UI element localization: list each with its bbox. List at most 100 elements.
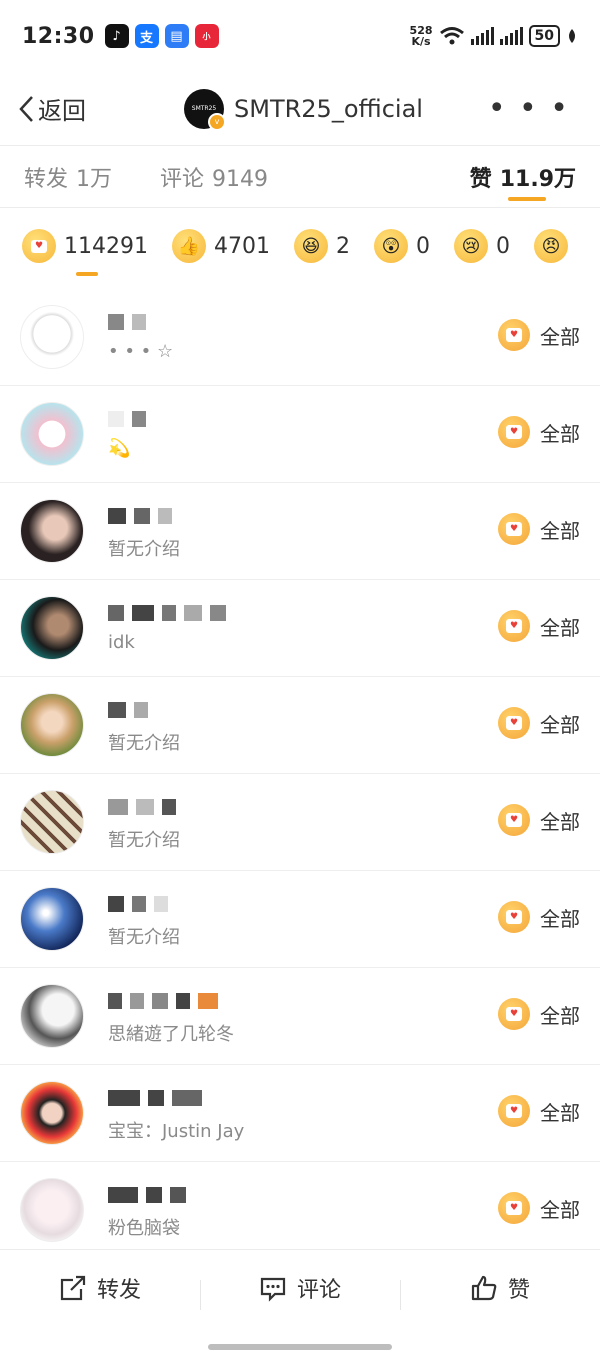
heart-face-icon: ♥: [498, 901, 530, 933]
heart-face-icon: ♥: [498, 998, 530, 1030]
engagement-tabs: 转发 1万 评论 9149 赞 11.9万: [0, 146, 600, 208]
account-header[interactable]: SMTR25 v SMTR25_official: [184, 88, 423, 131]
user-bio: • • • ☆: [108, 341, 174, 362]
list-item[interactable]: 思緒遊了几轮冬 ♥ 全部: [0, 968, 600, 1065]
avatar[interactable]: [20, 499, 84, 563]
avatar[interactable]: [20, 305, 84, 369]
list-item[interactable]: 暂无介绍 ♥ 全部: [0, 774, 600, 871]
account-avatar[interactable]: SMTR25 v: [184, 88, 226, 131]
tab-active-indicator: [508, 197, 546, 201]
tab-reposts[interactable]: 转发 1万: [24, 161, 112, 193]
angry-icon: 😠: [533, 229, 568, 263]
reaction-all-button[interactable]: ♥ 全部: [498, 901, 580, 933]
sad-icon: 😢: [453, 229, 488, 263]
list-item[interactable]: idk ♥ 全部: [0, 580, 600, 677]
battery-indicator: 50: [528, 25, 560, 47]
comment-button[interactable]: 评论: [200, 1272, 400, 1310]
reaction-all-button[interactable]: ♥ 全部: [498, 1095, 580, 1127]
tab-comments[interactable]: 评论 9149: [160, 161, 268, 193]
thumbs-up-icon: 👍: [171, 229, 206, 263]
tab-likes[interactable]: 赞 11.9万: [470, 161, 576, 193]
reaction-heart[interactable]: ♥ 114291: [22, 229, 148, 263]
net-speed: 528 K/s: [409, 24, 433, 48]
user-bio: 宝宝：Justin Jay: [108, 1121, 245, 1142]
reaction-all-button[interactable]: ♥ 全部: [498, 513, 580, 545]
user-name-redacted[interactable]: [108, 408, 154, 430]
avatar[interactable]: [20, 402, 84, 466]
reaction-more[interactable]: 😠: [533, 229, 576, 263]
user-name-redacted[interactable]: [108, 602, 234, 624]
wifi-icon: [439, 27, 464, 45]
avatar[interactable]: [20, 693, 84, 757]
heart-face-icon: ♥: [498, 804, 530, 836]
heart-face-icon: ♥: [498, 707, 530, 739]
liker-list: • • • ☆ ♥ 全部 💫 ♥ 全部 暂无介绍 ♥ 全部 idk ♥ 全部 暂…: [0, 289, 600, 1259]
reaction-all-button[interactable]: ♥ 全部: [498, 1192, 580, 1224]
list-item[interactable]: 暂无介绍 ♥ 全部: [0, 483, 600, 580]
reaction-all-button[interactable]: ♥ 全部: [498, 610, 580, 642]
list-item[interactable]: 暂无介绍 ♥ 全部: [0, 871, 600, 968]
verified-badge-icon: v: [208, 112, 226, 131]
more-options-button[interactable]: • • •: [488, 91, 570, 126]
share-icon: [60, 1275, 86, 1301]
user-name-redacted[interactable]: [108, 1087, 210, 1109]
repost-button[interactable]: 转发: [0, 1272, 200, 1304]
reaction-sad[interactable]: 😢 0: [453, 229, 510, 263]
heart-face-icon: ♥: [498, 610, 530, 642]
thumbs-up-icon: [471, 1275, 497, 1301]
reaction-thumbs-up[interactable]: 👍 4701: [171, 229, 270, 263]
signal-icon: [470, 27, 494, 45]
user-name-redacted[interactable]: [108, 1184, 194, 1206]
heart-face-icon: ♥: [22, 229, 56, 263]
user-name-redacted[interactable]: [108, 699, 156, 721]
list-item[interactable]: 宝宝：Justin Jay ♥ 全部: [0, 1065, 600, 1162]
message-icon: ▤: [164, 24, 189, 48]
reaction-filter-bar: ♥ 114291 👍 4701 😆 2 😲 0 😢 0 😠: [0, 208, 600, 284]
tiktok-icon: ♪: [104, 24, 129, 48]
surprised-icon: 😲: [373, 229, 408, 263]
user-name-redacted[interactable]: [108, 505, 180, 527]
user-bio: idk: [108, 632, 135, 653]
list-item[interactable]: 暂无介绍 ♥ 全部: [0, 677, 600, 774]
status-bar: 12:30 ♪ 支 ▤ 小 528 K/s 50: [0, 0, 600, 72]
reaction-all-button[interactable]: ♥ 全部: [498, 804, 580, 836]
avatar[interactable]: [20, 596, 84, 660]
avatar[interactable]: [20, 1081, 84, 1145]
heart-face-icon: ♥: [498, 1192, 530, 1224]
bottom-action-bar: 转发 评论 赞: [0, 1249, 600, 1362]
reaction-surprised[interactable]: 😲 0: [373, 229, 430, 263]
user-name-redacted[interactable]: [108, 893, 176, 915]
reaction-all-button[interactable]: ♥ 全部: [498, 707, 580, 739]
user-name-redacted[interactable]: [108, 796, 184, 818]
alipay-icon: 支: [134, 24, 159, 48]
back-button[interactable]: 返回: [18, 91, 86, 126]
user-bio: 💫: [108, 438, 131, 459]
user-bio: 暂无介绍: [108, 927, 180, 948]
reaction-laugh[interactable]: 😆 2: [293, 229, 350, 263]
list-item[interactable]: 粉色脑袋 ♥ 全部: [0, 1162, 600, 1259]
notification-icons: ♪ 支 ▤ 小: [104, 24, 219, 48]
account-name[interactable]: SMTR25_official: [234, 95, 423, 123]
like-button[interactable]: 赞: [400, 1272, 600, 1310]
avatar[interactable]: [20, 984, 84, 1048]
user-name-redacted[interactable]: [108, 990, 226, 1012]
laugh-icon: 😆: [293, 229, 328, 263]
heart-face-icon: ♥: [498, 416, 530, 448]
user-name-redacted[interactable]: [108, 311, 154, 333]
avatar[interactable]: [20, 790, 84, 854]
user-bio: 暂无介绍: [108, 733, 180, 754]
back-label: 返回: [38, 97, 86, 125]
user-bio: 暂无介绍: [108, 539, 180, 560]
top-nav: 返回 SMTR25 v SMTR25_official • • •: [0, 72, 600, 146]
reaction-all-button[interactable]: ♥ 全部: [498, 319, 580, 351]
avatar[interactable]: [20, 887, 84, 951]
list-item[interactable]: 💫 ♥ 全部: [0, 386, 600, 483]
list-item[interactable]: • • • ☆ ♥ 全部: [0, 289, 600, 386]
avatar[interactable]: [20, 1178, 84, 1242]
heart-face-icon: ♥: [498, 513, 530, 545]
home-indicator[interactable]: [208, 1344, 392, 1350]
user-bio: 粉色脑袋: [108, 1218, 180, 1239]
reaction-all-button[interactable]: ♥ 全部: [498, 416, 580, 448]
heart-face-icon: ♥: [498, 1095, 530, 1127]
reaction-all-button[interactable]: ♥ 全部: [498, 998, 580, 1030]
